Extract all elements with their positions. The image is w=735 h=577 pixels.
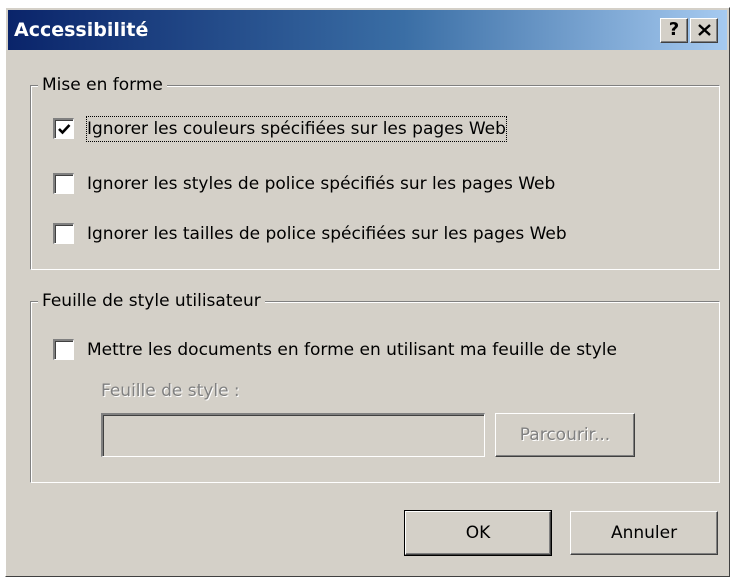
title-bar[interactable]: Accessibilité ? xyxy=(8,10,727,50)
close-button[interactable] xyxy=(690,18,718,43)
browse-button: Parcourir... xyxy=(495,413,635,457)
ok-button[interactable]: OK xyxy=(404,510,552,556)
ignore-colors-checkbox[interactable] xyxy=(53,118,74,139)
stylesheet-field-label: Feuille de style : xyxy=(101,381,240,401)
user-stylesheet-group-legend: Feuille de style utilisateur xyxy=(38,291,265,311)
ignore-font-sizes-label[interactable]: Ignorer les tailles de police spécifiées… xyxy=(87,222,567,246)
window-title: Accessibilité xyxy=(14,19,149,41)
ignore-colors-label[interactable]: Ignorer les couleurs spécifiées sur les … xyxy=(86,116,507,142)
ignore-font-styles-label[interactable]: Ignorer les styles de police spécifiés s… xyxy=(87,172,555,196)
ignore-font-styles-checkbox[interactable] xyxy=(53,173,74,194)
stylesheet-path-input xyxy=(101,413,485,457)
use-my-stylesheet-checkbox[interactable] xyxy=(53,339,74,360)
use-my-stylesheet-label[interactable]: Mettre les documents en forme en utilisa… xyxy=(87,338,617,362)
help-icon: ? xyxy=(668,19,680,40)
cancel-button[interactable]: Annuler xyxy=(570,511,718,555)
close-icon xyxy=(698,24,711,36)
formatting-group-legend: Mise en forme xyxy=(38,75,167,95)
help-button[interactable]: ? xyxy=(660,18,688,43)
ignore-font-sizes-checkbox[interactable] xyxy=(53,223,74,244)
check-icon xyxy=(58,124,71,135)
